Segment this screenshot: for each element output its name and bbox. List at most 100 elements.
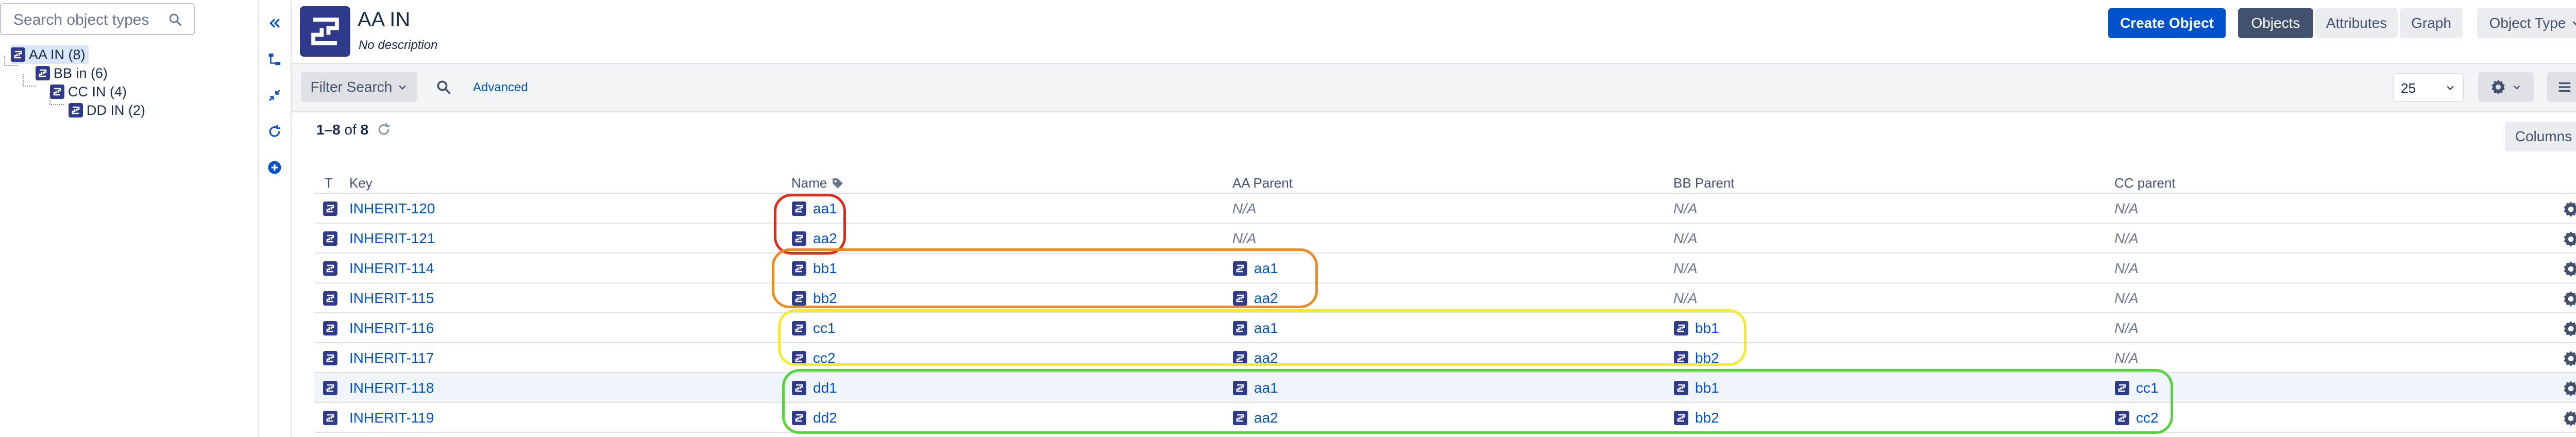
row-aa-parent-cell[interactable]: aa2: [1232, 409, 1278, 427]
settings-menu-button[interactable]: [2478, 72, 2534, 102]
row-name-cell-text: aa2: [813, 230, 837, 246]
row-actions-gear[interactable]: [2562, 260, 2576, 278]
row-actions-gear[interactable]: [2562, 320, 2576, 338]
table-row[interactable]: INHERIT-115 bb2 aa2 N/A N/A: [314, 283, 2576, 313]
object-type-icon: [323, 261, 337, 276]
refresh-icon[interactable]: [376, 122, 392, 137]
object-type-search-input[interactable]: [12, 10, 169, 30]
row-key-link[interactable]: INHERIT-120: [349, 200, 435, 217]
column-header-type: T: [325, 175, 333, 191]
row-bb-parent-cell[interactable]: bb1: [1673, 320, 1719, 337]
object-type-icon: [1233, 351, 1247, 365]
row-bb-parent-cell[interactable]: bb1: [1673, 379, 1719, 397]
row-aa-parent-cell[interactable]: aa1: [1232, 320, 1278, 337]
tab-objects[interactable]: Objects: [2238, 8, 2313, 38]
create-object-button[interactable]: Create Object: [2108, 8, 2226, 38]
gear-icon: [2564, 231, 2576, 247]
row-name-cell[interactable]: bb1: [791, 260, 837, 277]
gear-icon: [2564, 291, 2576, 307]
gear-icon: [2564, 201, 2576, 217]
row-cc-parent-cell-text: N/A: [2114, 230, 2139, 246]
row-name-cell[interactable]: dd2: [791, 409, 837, 427]
page-size-select[interactable]: 25: [2393, 73, 2464, 102]
table-row[interactable]: INHERIT-121 aa2 N/A N/A N/A: [314, 224, 2576, 254]
row-key-link[interactable]: INHERIT-115: [349, 290, 434, 307]
tree-item-dd-in[interactable]: DD IN (2): [68, 101, 145, 120]
object-type-icon: [323, 321, 337, 335]
column-header-bb-parent[interactable]: BB Parent: [1673, 175, 1735, 191]
row-bb-parent-cell-text: N/A: [1673, 200, 1698, 216]
column-header-cc-parent[interactable]: CC parent: [2114, 175, 2176, 191]
table-row[interactable]: INHERIT-117 cc2 aa2 bb2 N/A: [314, 343, 2576, 373]
row-actions-gear[interactable]: [2562, 349, 2576, 368]
add-icon[interactable]: [267, 160, 282, 175]
view-menu-button[interactable]: [2547, 72, 2576, 102]
row-cc-parent-cell[interactable]: cc2: [2114, 409, 2159, 427]
collapse-arrows-icon[interactable]: [267, 88, 282, 103]
row-key-link[interactable]: INHERIT-117: [349, 349, 434, 367]
row-bb-parent-cell[interactable]: bb2: [1673, 409, 1719, 427]
tab-graph[interactable]: Graph: [2400, 8, 2463, 38]
row-cc-parent-cell[interactable]: cc1: [2114, 379, 2159, 397]
row-aa-parent-cell-text: aa1: [1254, 320, 1278, 336]
row-aa-parent-cell[interactable]: aa2: [1232, 349, 1278, 367]
columns-button[interactable]: Columns: [2505, 122, 2576, 152]
row-actions-gear[interactable]: [2562, 230, 2576, 248]
table-row[interactable]: INHERIT-119 dd2 aa2 bb2 cc2: [314, 403, 2576, 433]
row-name-cell[interactable]: aa2: [791, 230, 837, 247]
row-name-cell[interactable]: aa1: [791, 200, 837, 217]
row-aa-parent-cell[interactable]: aa2: [1232, 290, 1278, 307]
row-bb-parent-cell[interactable]: bb2: [1673, 349, 1719, 367]
row-name-cell[interactable]: dd1: [791, 379, 837, 397]
tab-attributes[interactable]: Attributes: [2315, 8, 2398, 38]
tree-item-label: CC IN (4): [68, 83, 127, 99]
row-actions-gear[interactable]: [2562, 409, 2576, 428]
tree-item-bb-in[interactable]: BB in (6): [35, 64, 108, 82]
refresh-icon[interactable]: [267, 124, 282, 139]
chevron-down-icon: [2447, 86, 2454, 91]
row-type-cell: [323, 290, 344, 307]
table-row[interactable]: INHERIT-116 cc1 aa1 bb1 N/A: [314, 313, 2576, 343]
table-row[interactable]: INHERIT-120 aa1 N/A N/A N/A: [314, 194, 2576, 224]
row-name-cell[interactable]: cc1: [791, 320, 836, 337]
row-cc-parent-cell: N/A: [2114, 290, 2139, 307]
collapse-sidebar-icon[interactable]: [267, 15, 282, 31]
row-actions-gear[interactable]: [2562, 290, 2576, 308]
row-aa-parent-cell[interactable]: aa1: [1232, 260, 1278, 277]
advanced-search-link[interactable]: Advanced: [473, 80, 528, 95]
tree-item-cc-in[interactable]: CC IN (4): [49, 82, 127, 101]
object-type-search-box[interactable]: [0, 3, 195, 35]
search-icon[interactable]: [436, 79, 451, 95]
row-actions-gear[interactable]: [2562, 379, 2576, 398]
table-row[interactable]: INHERIT-118 dd1 aa1 bb1 cc1: [314, 373, 2576, 403]
row-bb-parent-cell-text: N/A: [1673, 230, 1698, 246]
filter-toolbar: [292, 63, 2576, 112]
row-key-link[interactable]: INHERIT-114: [349, 260, 434, 277]
column-header-name[interactable]: Name: [791, 175, 844, 191]
search-icon: [169, 13, 182, 26]
object-type-icon: [1674, 351, 1688, 365]
hierarchy-icon[interactable]: [267, 52, 282, 67]
tree-item-label: BB in (6): [54, 65, 108, 81]
object-type-menu-button[interactable]: Object Type: [2477, 8, 2576, 38]
row-aa-parent-cell[interactable]: aa1: [1232, 379, 1278, 397]
tree-item-aa-in[interactable]: AA IN (8): [10, 45, 89, 64]
row-key-link[interactable]: INHERIT-119: [349, 409, 434, 427]
tag-icon: [833, 178, 843, 189]
row-key-link[interactable]: INHERIT-118: [349, 379, 434, 397]
column-header-aa-parent[interactable]: AA Parent: [1232, 175, 1293, 191]
table-row[interactable]: INHERIT-114 bb1 aa1 N/A N/A: [314, 254, 2576, 283]
page-title: AA IN: [358, 8, 411, 31]
column-header-key[interactable]: Key: [349, 175, 372, 191]
row-name-cell-text: dd2: [813, 410, 837, 426]
row-key-link[interactable]: INHERIT-116: [349, 320, 434, 337]
row-cc-parent-cell-text: N/A: [2114, 290, 2139, 306]
object-type-menu-label: Object Type: [2489, 15, 2566, 31]
row-name-cell[interactable]: bb2: [791, 290, 837, 307]
filter-search-button[interactable]: Filter Search: [301, 72, 417, 102]
tree-item-label: DD IN (2): [87, 102, 145, 118]
object-type-icon: [792, 261, 806, 276]
row-actions-gear[interactable]: [2562, 200, 2576, 218]
row-key-link[interactable]: INHERIT-121: [349, 230, 435, 247]
row-name-cell[interactable]: cc2: [791, 349, 836, 367]
